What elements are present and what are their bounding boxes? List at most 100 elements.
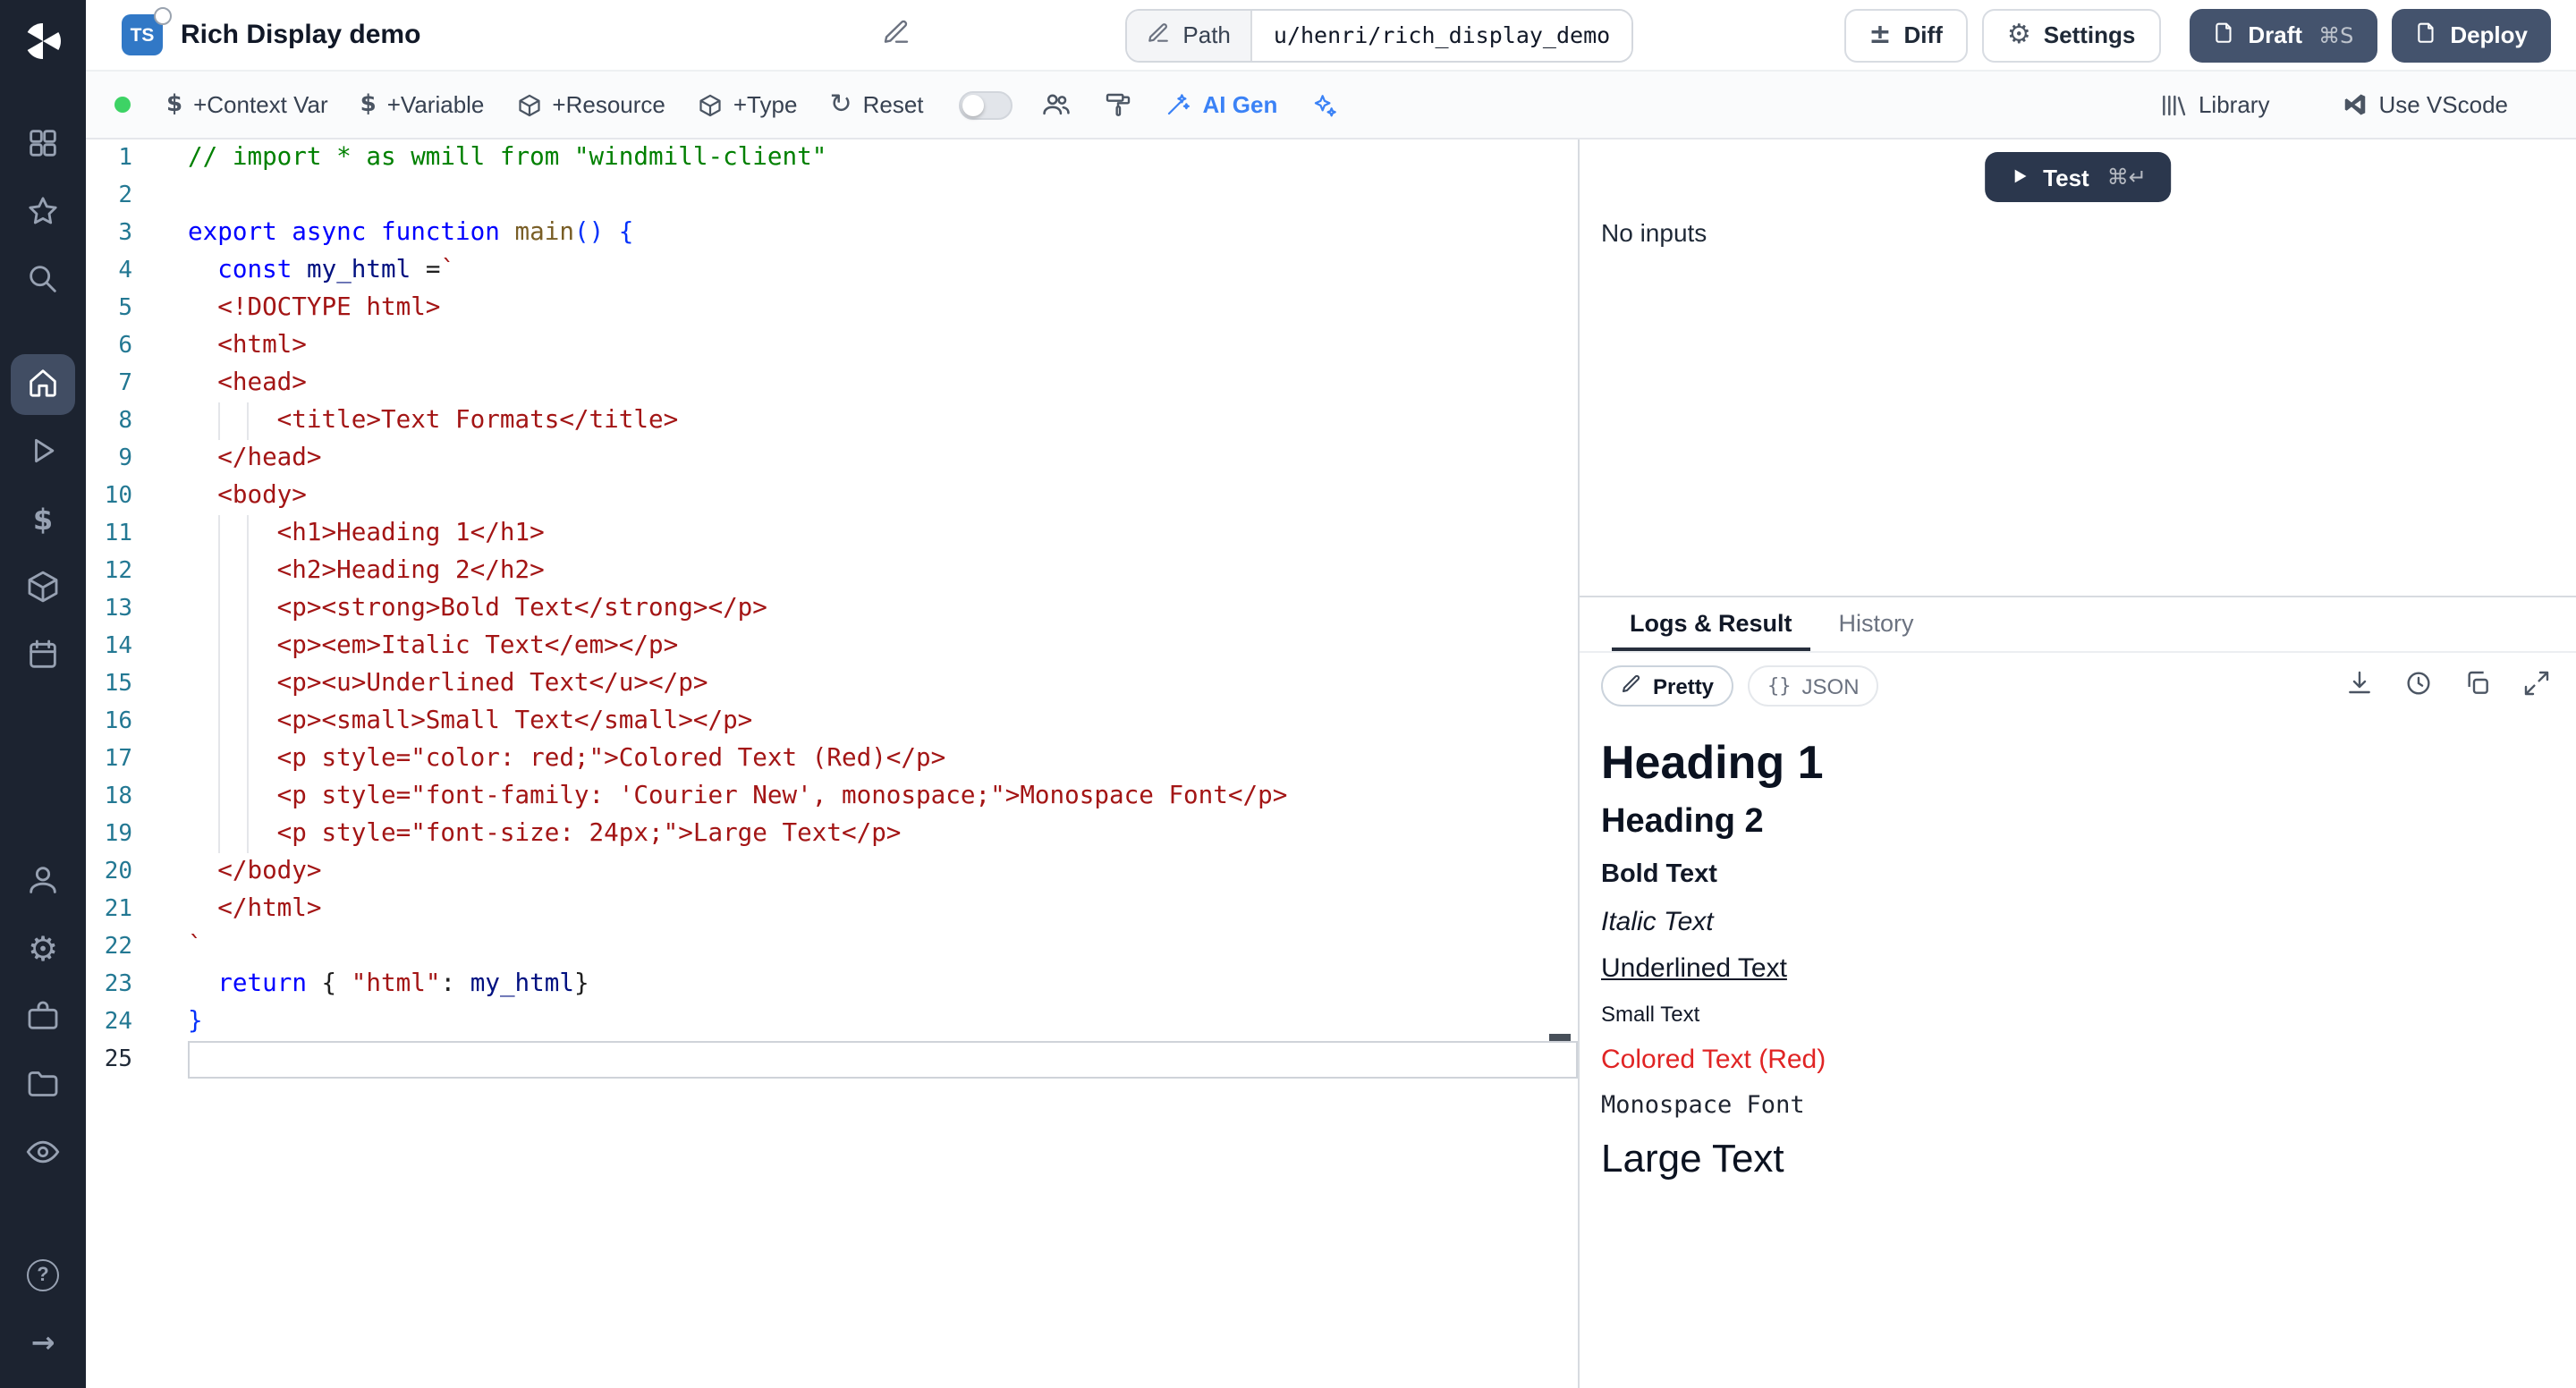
path-editor[interactable]: Path u/henri/rich_display_demo (1125, 8, 1633, 62)
code-line[interactable]: <p><u>Underlined Text</u></p> (188, 665, 1578, 703)
code-editor[interactable]: 1234567891011121314151617181920212223242… (86, 140, 1578, 1388)
download-result-button[interactable] (2345, 669, 2374, 703)
add-type-button[interactable]: +Type (683, 82, 812, 127)
code-line[interactable]: </head> (188, 440, 1578, 478)
code-line[interactable]: <html> (188, 327, 1578, 365)
sidebar-item-runs[interactable] (11, 422, 75, 483)
star-icon (25, 192, 61, 233)
language-badge-label: TS (131, 24, 155, 46)
reset-button[interactable]: ↻ Reset (815, 82, 937, 127)
code-line[interactable]: return { "html": my_html} (188, 966, 1578, 1003)
search-icon (25, 260, 61, 301)
code-line[interactable]: // import * as wmill from "windmill-clie… (188, 140, 1578, 177)
format-code-button[interactable] (1090, 81, 1148, 128)
draft-button[interactable]: Draft ⌘S (2189, 8, 2377, 62)
sidebar-item-workers[interactable] (11, 987, 75, 1048)
add-resource-button[interactable]: +Resource (502, 82, 679, 127)
sidebar-item-apps[interactable] (11, 114, 75, 175)
multiplayer-users-button[interactable] (1028, 80, 1087, 129)
windmill-logo-icon[interactable] (20, 18, 66, 64)
result-item-bold: Bold Text (1601, 859, 2555, 888)
language-badge[interactable]: TS (122, 14, 163, 55)
line-number: 10 (86, 478, 132, 515)
code-line[interactable]: <title>Text Formats</title> (188, 402, 1578, 440)
sidebar-item-folders[interactable] (11, 1055, 75, 1116)
language-badge-indicator (154, 7, 172, 25)
code-line[interactable]: <p style="font-size: 24px;">Large Text</… (188, 816, 1578, 853)
code-line[interactable] (188, 177, 1578, 215)
sidebar-item-favorites[interactable] (11, 182, 75, 243)
line-number: 21 (86, 891, 132, 928)
sidebar-item-schedules[interactable] (11, 626, 75, 687)
overview-ruler-cursor (1549, 1034, 1571, 1041)
library-button[interactable]: Library (2145, 81, 2284, 128)
indent-guide (217, 628, 219, 665)
line-number: 18 (86, 778, 132, 816)
content: 1234567891011121314151617181920212223242… (86, 140, 2576, 1388)
code-line[interactable]: ` (188, 928, 1578, 966)
sidebar-collapse-toggle[interactable]: → (11, 1313, 75, 1374)
line-number: 8 (86, 402, 132, 440)
ai-gen-button[interactable]: AI Gen (1151, 82, 1292, 127)
code-line[interactable]: <head> (188, 365, 1578, 402)
sidebar-item-home[interactable] (11, 354, 75, 415)
pencil-icon (1147, 21, 1170, 49)
code-line[interactable]: } (188, 1003, 1578, 1041)
sidebar-item-variables[interactable]: $ (11, 490, 75, 551)
sidebar-item-audit-logs[interactable] (11, 1123, 75, 1184)
code-line[interactable]: const my_html =` (188, 252, 1578, 290)
line-number: 6 (86, 327, 132, 365)
indent-guide (247, 741, 249, 778)
code-line[interactable]: <p style="font-family: 'Courier New', mo… (188, 778, 1578, 816)
test-button[interactable]: Test ⌘↵ (1984, 152, 2172, 202)
tab-logs-result[interactable]: Logs & Result (1612, 597, 1810, 651)
code-line[interactable]: </html> (188, 891, 1578, 928)
code-line[interactable]: export async function main() { (188, 215, 1578, 252)
ai-sparkles-button[interactable] (1295, 81, 1352, 128)
indent-guide (247, 402, 249, 440)
past-runs-button[interactable] (2404, 669, 2433, 703)
settings-button[interactable]: ⚙ Settings (1982, 8, 2161, 62)
code-line[interactable]: <h2>Heading 2</h2> (188, 553, 1578, 590)
expand-result-button[interactable] (2522, 669, 2551, 703)
sidebar-item-help[interactable]: ? (11, 1245, 75, 1306)
package-icon (516, 92, 541, 117)
sidebar-item-settings[interactable]: ⚙ (11, 919, 75, 980)
copy-result-button[interactable] (2463, 669, 2492, 703)
use-vscode-button[interactable]: Use VScode (2326, 82, 2522, 127)
multiplayer-toggle[interactable] (960, 90, 1013, 119)
add-context-var-button[interactable]: $ +Context Var (152, 82, 343, 127)
code-line[interactable]: <p><em>Italic Text</em></p> (188, 628, 1578, 665)
sidebar-item-search[interactable] (11, 250, 75, 311)
add-variable-button[interactable]: $ +Variable (346, 82, 499, 127)
code-line[interactable]: <h1>Heading 1</h1> (188, 515, 1578, 553)
code-line[interactable] (188, 1041, 1578, 1079)
edit-summary-button[interactable] (882, 18, 911, 52)
code-line[interactable]: <body> (188, 478, 1578, 515)
logs-result-pane: Logs & Result History Pretty {} JSON (1580, 596, 2576, 1388)
json-toggle[interactable]: {} JSON (1748, 665, 1879, 707)
code-line[interactable]: <p style="color: red;">Colored Text (Red… (188, 741, 1578, 778)
cube-icon (25, 568, 61, 609)
gear-icon: ⚙ (28, 933, 58, 967)
code-line[interactable]: <p><strong>Bold Text</strong></p> (188, 590, 1578, 628)
code-line[interactable]: <p><small>Small Text</small></p> (188, 703, 1578, 741)
result-item-italic: Italic Text (1601, 906, 2555, 936)
code-lines[interactable]: // import * as wmill from "windmill-clie… (188, 140, 1578, 1388)
deploy-button[interactable]: Deploy (2391, 8, 2551, 62)
code-line[interactable]: <!DOCTYPE html> (188, 290, 1578, 327)
indent-guide (247, 553, 249, 590)
path-value[interactable]: u/henri/rich_display_demo (1252, 10, 1631, 60)
pen-icon (1621, 673, 1642, 699)
sidebar-item-users[interactable] (11, 851, 75, 912)
indent-guide (217, 778, 219, 816)
line-number: 25 (86, 1041, 132, 1079)
help-icon: ? (27, 1259, 59, 1291)
pretty-toggle[interactable]: Pretty (1601, 665, 1733, 707)
sidebar-group-admin: ⚙ (11, 851, 75, 1184)
indent-guide (217, 741, 219, 778)
diff-button[interactable]: ± Diff (1843, 8, 1968, 62)
sidebar-item-resources[interactable] (11, 558, 75, 619)
code-line[interactable]: </body> (188, 853, 1578, 891)
tab-history[interactable]: History (1821, 597, 1932, 651)
